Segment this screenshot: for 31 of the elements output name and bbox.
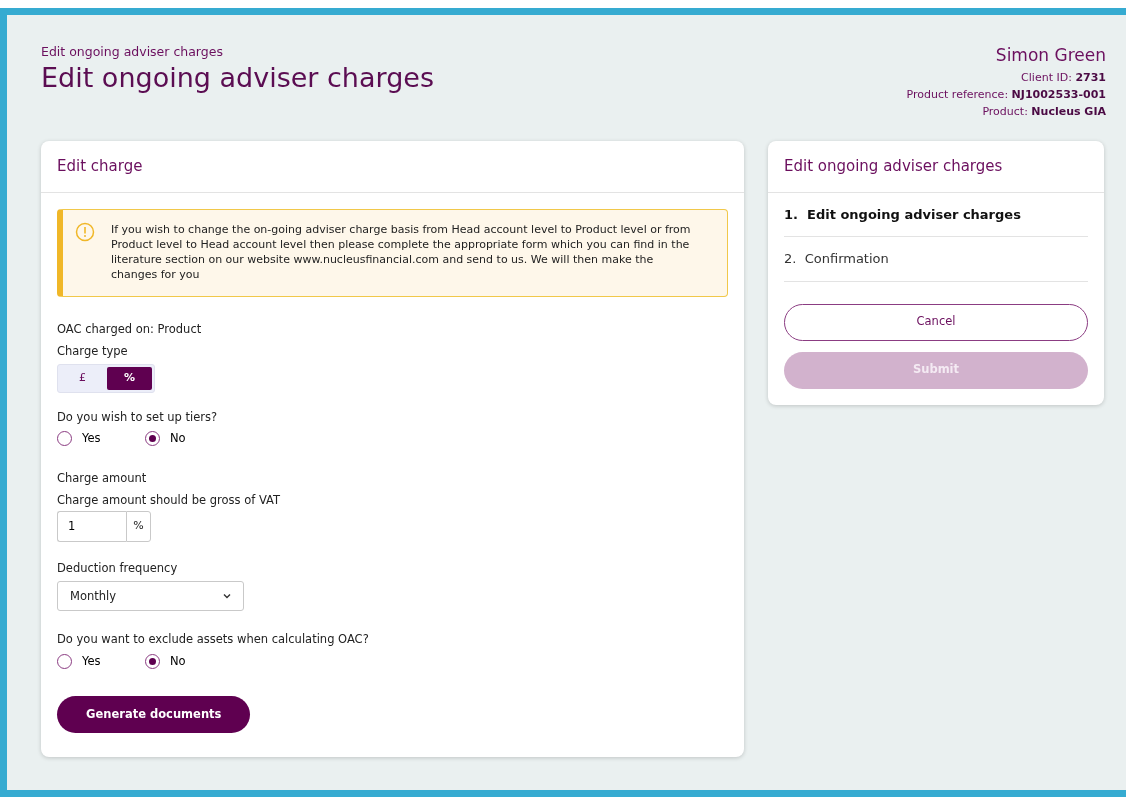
hint-text: Charge amount should be gross of VAT	[57, 491, 282, 509]
page-title: Edit ongoing adviser charges	[41, 61, 434, 95]
charge-amount-label: Charge amount	[57, 469, 148, 487]
cancel-button[interactable]: Cancel	[784, 303, 1088, 341]
deduction-frequency-label: Deduction frequency	[57, 560, 179, 577]
client-detail: Client ID: 2731	[1020, 69, 1106, 86]
breadcrumb: Edit ongoing adviser charges	[41, 43, 224, 61]
generate-documents-button[interactable]: Generate documents	[57, 695, 251, 733]
client-name: Simon Green	[994, 44, 1106, 67]
alert-text: If you wish to change the on-going adviser charge basis from Head account level to Product level or from Product level to Head account level then please complete the appropriate form which you can find in the literature section on our website www.nucleusfinancial.com and send to us. We will then make the changes for you	[111, 221, 692, 282]
frequency-dropdown[interactable]: Monthly	[57, 581, 244, 612]
client-detail: Product: Nucleus GIA	[981, 103, 1106, 120]
client-detail: Product reference: NJ1002533-001	[906, 86, 1106, 103]
chevron-down-icon	[223, 593, 231, 600]
step-item: 1. Edit ongoing adviser charges	[784, 192, 1088, 237]
radio-option[interactable]: No	[145, 652, 233, 670]
question-label: Do you wish to set up tiers?	[57, 409, 219, 426]
charge-type-label: Charge type	[57, 342, 129, 360]
question-label: Do you want to exclude assets when calculating OAC?	[57, 631, 370, 649]
radio-option[interactable]: Yes	[57, 652, 145, 670]
unit-label: %	[126, 511, 151, 542]
oac-charged-label: OAC charged on: Product	[57, 320, 203, 338]
card-title: Edit ongoing adviser charges	[768, 141, 1104, 193]
charge-type-option[interactable]: £	[60, 367, 105, 390]
radio-option[interactable]: Yes	[57, 430, 145, 448]
step-item: 2. Confirmation	[784, 237, 1088, 282]
warning-icon	[75, 221, 95, 242]
radio-option[interactable]: No	[145, 430, 233, 448]
charge-amount-field[interactable]: 1	[57, 511, 126, 542]
card-title: Edit charge	[41, 141, 744, 193]
charge-type-option[interactable]: %	[107, 367, 152, 390]
